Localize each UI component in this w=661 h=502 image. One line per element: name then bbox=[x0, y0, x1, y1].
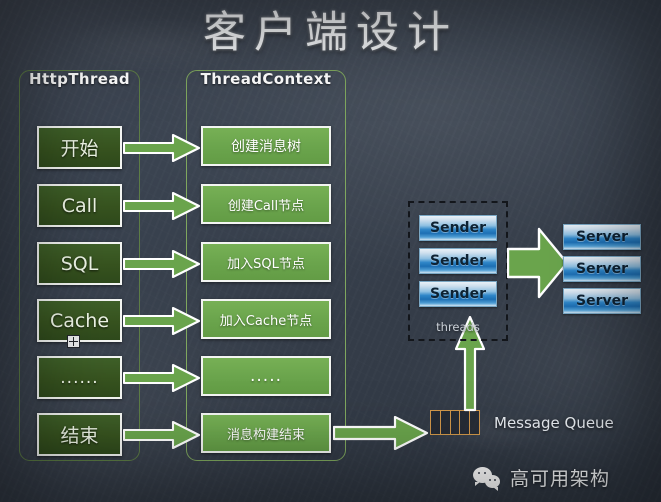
server-box[interactable]: Server bbox=[563, 288, 641, 314]
http-thread-node[interactable]: Call bbox=[37, 184, 122, 227]
queue-flow-arrow-icon bbox=[333, 416, 429, 450]
send-arrow-icon bbox=[507, 227, 569, 299]
flow-arrow-icon bbox=[123, 364, 201, 392]
message-queue-label: Message Queue bbox=[494, 414, 614, 432]
thread-context-node[interactable]: 创建消息树 bbox=[201, 126, 331, 166]
http-thread-node[interactable]: SQL bbox=[37, 242, 122, 285]
flow-arrow-icon bbox=[123, 307, 201, 335]
http-thread-node[interactable]: ...... bbox=[37, 356, 122, 399]
message-queue[interactable] bbox=[430, 410, 480, 435]
flow-arrow-icon bbox=[123, 134, 201, 162]
queue-cell bbox=[470, 411, 479, 434]
thread-context-node[interactable]: 创建Call节点 bbox=[201, 184, 331, 224]
thread-context-title: ThreadContext bbox=[200, 70, 332, 88]
wechat-account: 高可用架构 bbox=[473, 464, 610, 491]
flow-arrow-icon bbox=[123, 421, 201, 449]
queue-cell bbox=[431, 411, 441, 434]
move-handle-icon[interactable] bbox=[67, 335, 80, 348]
wechat-account-name: 高可用架构 bbox=[510, 468, 611, 490]
thread-context-node[interactable]: 消息构建结束 bbox=[201, 413, 331, 453]
server-box[interactable]: Server bbox=[563, 256, 641, 282]
http-thread-node[interactable]: 结束 bbox=[37, 413, 122, 456]
sender-box[interactable]: Sender bbox=[419, 215, 497, 241]
thread-context-node[interactable]: 加入SQL节点 bbox=[201, 242, 331, 282]
queue-cell bbox=[451, 411, 461, 434]
http-thread-title: HttpThread bbox=[29, 70, 130, 88]
sender-box[interactable]: Sender bbox=[419, 248, 497, 274]
thread-context-node[interactable]: ..... bbox=[201, 356, 331, 396]
server-box[interactable]: Server bbox=[563, 224, 641, 250]
flow-arrow-icon bbox=[123, 192, 201, 220]
sender-box[interactable]: Sender bbox=[419, 281, 497, 307]
slide-canvas: 客户端设计 HttpThread 开始 Call SQL Cache .....… bbox=[0, 0, 661, 502]
threads-label: threads bbox=[436, 320, 480, 334]
page-title: 客户端设计 bbox=[203, 8, 458, 58]
flow-arrow-icon bbox=[123, 250, 201, 278]
queue-cell bbox=[441, 411, 451, 434]
http-thread-node[interactable]: 开始 bbox=[37, 126, 122, 169]
queue-cell bbox=[460, 411, 471, 434]
wechat-icon bbox=[473, 466, 503, 491]
thread-context-node[interactable]: 加入Cache节点 bbox=[201, 299, 331, 339]
